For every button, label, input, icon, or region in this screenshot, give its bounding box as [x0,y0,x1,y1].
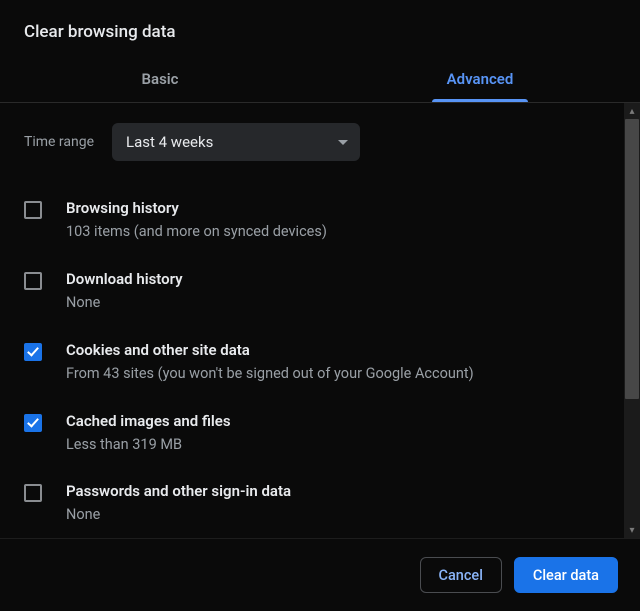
clear-data-button[interactable]: Clear data [514,557,618,593]
time-range-label: Time range [24,134,94,150]
item-sub: None [66,294,614,313]
dialog-footer: Cancel Clear data [0,539,640,611]
chevron-down-icon [338,140,348,145]
clear-data-button-label: Clear data [533,567,599,584]
scroll-content: Time range Last 4 weeks Browsing history… [0,103,624,538]
item-title: Browsing history [66,199,614,217]
clear-browsing-data-dialog: Clear browsing data Basic Advanced Time … [0,0,640,611]
item-body: Cached images and files Less than 319 MB [66,412,614,455]
item-title: Download history [66,270,614,288]
tab-advanced[interactable]: Advanced [320,60,640,102]
checkbox-cookies[interactable] [24,343,42,361]
tabs: Basic Advanced [0,60,640,103]
list-item: Cookies and other site data From 43 site… [24,331,614,402]
scrollbar-thumb[interactable] [625,119,639,399]
item-sub: 103 items (and more on synced devices) [66,223,614,242]
list-item: Cached images and files Less than 319 MB [24,402,614,473]
time-range-value: Last 4 weeks [126,133,338,151]
item-title: Passwords and other sign-in data [66,482,614,500]
dialog-title: Clear browsing data [0,0,640,60]
item-body: Cookies and other site data From 43 site… [66,341,614,384]
checkbox-browsing-history[interactable] [24,201,42,219]
item-sub: None [66,506,614,525]
tab-basic[interactable]: Basic [0,60,320,102]
cancel-button-label: Cancel [439,567,483,584]
tab-advanced-label: Advanced [447,70,514,88]
list-item: Passwords and other sign-in data None [24,472,614,538]
checkbox-passwords[interactable] [24,484,42,502]
checkbox-download-history[interactable] [24,272,42,290]
time-range-select[interactable]: Last 4 weeks [112,123,360,161]
scroll-area: Time range Last 4 weeks Browsing history… [0,103,640,539]
item-body: Download history None [66,270,614,313]
item-sub: Less than 319 MB [66,436,614,455]
list-item: Download history None [24,260,614,331]
cancel-button[interactable]: Cancel [420,557,502,593]
tab-basic-label: Basic [141,70,178,88]
time-range-row: Time range Last 4 weeks [24,123,614,161]
item-body: Passwords and other sign-in data None [66,482,614,525]
checkbox-cached-images[interactable] [24,414,42,432]
list-item: Browsing history 103 items (and more on … [24,189,614,260]
item-sub: From 43 sites (you won't be signed out o… [66,365,614,384]
item-title: Cached images and files [66,412,614,430]
item-title: Cookies and other site data [66,341,614,359]
scrollbar[interactable]: ▴ ▾ [624,103,640,538]
item-body: Browsing history 103 items (and more on … [66,199,614,242]
scrollbar-down-icon[interactable]: ▾ [624,522,640,538]
scrollbar-up-icon[interactable]: ▴ [624,103,640,119]
